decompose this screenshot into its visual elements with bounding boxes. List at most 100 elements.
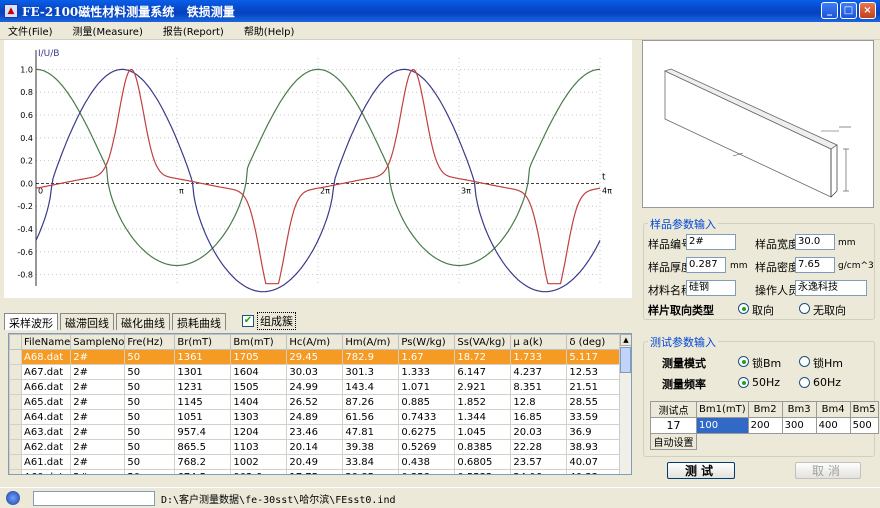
column-header[interactable]: Bm(mT) — [230, 334, 288, 350]
table-cell: 87.26 — [342, 394, 400, 410]
status-bar: D:\客户测量数据\fe-30sst\哈尔滨\FEsst0.ind — [0, 487, 880, 508]
scroll-thumb[interactable] — [620, 347, 631, 373]
table-row[interactable]: A64.dat 2# 50 1051 1303 24.89 61.56 0.7433 1.344… — [9, 409, 630, 425]
thickness-unit: mm — [730, 261, 748, 271]
row-indicator[interactable] — [9, 379, 22, 395]
table-scrollbar[interactable]: ▲ — [619, 334, 631, 474]
sample-no-input[interactable]: 2# — [686, 234, 736, 250]
table-cell: 1145 — [174, 394, 232, 410]
table-cell: A68.dat — [20, 349, 72, 365]
table-row[interactable]: A60.dat2#50674.5902.617.7529.850.3580.55… — [9, 469, 630, 474]
column-header[interactable]: Fre(Hz) — [124, 334, 176, 350]
table-cell: 1.344 — [454, 409, 512, 425]
grid-filler — [782, 434, 816, 450]
mode-hm-radio[interactable] — [799, 356, 810, 367]
tab-magnetization-curve[interactable]: 磁化曲线 — [116, 312, 170, 330]
bm1-value[interactable]: 100 — [696, 417, 749, 434]
bm4-value[interactable]: 400 — [815, 417, 851, 434]
table-cell: 61.56 — [342, 409, 400, 425]
bm3-header: Bm3 — [781, 401, 817, 418]
table-row[interactable]: A61.dat 2# 50 768.2 1002 20.49 33.84 0.438 0.680… — [9, 454, 630, 470]
density-unit: g/cm^3 — [838, 261, 874, 271]
freq-50-radio[interactable] — [738, 377, 749, 388]
column-header[interactable]: Hc(A/m) — [286, 334, 344, 350]
close-button[interactable]: × — [859, 2, 876, 19]
maximize-button[interactable]: □ — [840, 2, 857, 19]
table-row[interactable]: A63.dat 2# 50 957.4 1204 23.46 47.81 0.6275 1.04… — [9, 424, 630, 440]
x-tick-label: 3π — [461, 186, 471, 195]
test-params-title: 测试参数输入 — [648, 334, 718, 350]
tab-sampling-waveform[interactable]: 采样波形 — [4, 312, 58, 330]
table-row[interactable]: A66.dat 2# 50 1231 1505 24.99 143.4 1.071 2.921 8… — [9, 379, 630, 395]
column-header[interactable]: Br(mT) — [174, 334, 232, 350]
table-cell: 1.071 — [398, 379, 456, 395]
operator-input[interactable]: 永逸科技 — [795, 280, 867, 296]
menu-help[interactable]: 帮助(Help) — [244, 23, 295, 38]
column-header[interactable]: μ a(k) — [510, 334, 568, 350]
menu-report[interactable]: 报告(Report) — [163, 23, 224, 38]
test-button[interactable]: 测试 — [667, 462, 735, 479]
row-indicator[interactable] — [9, 394, 22, 410]
sample-density-input[interactable]: 7.65 — [795, 257, 835, 273]
status-file-path: D:\客户测量数据\fe-30sst\哈尔滨\FEsst0.ind — [161, 494, 396, 506]
table-row[interactable]: A67.dat 2# 50 1301 1604 30.03 301.3 1.333 6.147 4… — [9, 364, 630, 380]
table-cell: 0.358 — [398, 469, 456, 474]
column-header[interactable]: Ps(W/kg) — [398, 334, 456, 350]
table-cell: 4.237 — [510, 364, 568, 380]
column-header[interactable]: FileName — [20, 334, 72, 350]
table-corner-cell — [9, 334, 22, 350]
table-cell: 1.733 — [510, 349, 568, 365]
scroll-up-icon[interactable]: ▲ — [620, 334, 631, 346]
row-indicator[interactable] — [9, 364, 22, 380]
test-points-value[interactable]: 17 — [650, 417, 697, 434]
y-tick-label: -0.4 — [17, 225, 33, 234]
auto-set-button[interactable]: 自动设置 — [650, 433, 697, 450]
app-icon[interactable]: ▲ — [4, 4, 18, 18]
checkbox-check-icon[interactable]: ✔ — [242, 315, 254, 327]
measure-freq-label: 测量频率 — [662, 378, 706, 391]
row-indicator[interactable] — [9, 409, 22, 425]
bm3-value[interactable]: 300 — [781, 417, 817, 434]
freq-50-label: 50Hz — [752, 376, 781, 389]
y-tick-label: -0.8 — [17, 271, 33, 280]
row-indicator[interactable] — [9, 469, 22, 474]
row-indicator[interactable] — [9, 439, 22, 455]
table-cell: 50 — [124, 379, 176, 395]
freq-60-radio[interactable] — [799, 377, 810, 388]
table-cell: A62.dat — [20, 439, 72, 455]
group-cluster-checkbox[interactable]: ✔ 组成簇 — [242, 312, 296, 330]
sample-width-input[interactable]: 30.0 — [795, 234, 835, 250]
cancel-button[interactable]: 取消 — [795, 462, 861, 479]
orient-yes-label: 取向 — [752, 304, 774, 317]
menu-measure[interactable]: 测量(Measure) — [73, 23, 143, 38]
tab-loss-curve[interactable]: 损耗曲线 — [172, 312, 226, 330]
table-cell: 23.46 — [286, 424, 344, 440]
orient-no-radio[interactable] — [799, 303, 810, 314]
table-cell: 30.03 — [286, 364, 344, 380]
mode-bm-label: 锁Bm — [752, 357, 782, 370]
row-indicator[interactable] — [9, 454, 22, 470]
mode-bm-radio[interactable] — [738, 356, 749, 367]
grid-filler — [850, 434, 878, 450]
bm5-value[interactable]: 500 — [849, 417, 879, 434]
table-row[interactable]: A68.dat 2# 50 1361 1705 29.45 782.9 1.67 18.72 1.… — [9, 349, 630, 365]
table-row[interactable]: A62.dat 2# 50 865.5 1103 20.14 39.38 0.5269 0.83… — [9, 439, 630, 455]
sample-thickness-input[interactable]: 0.287 — [686, 257, 726, 273]
menu-file[interactable]: 文件(File) — [8, 23, 53, 38]
bm2-value[interactable]: 200 — [747, 417, 783, 434]
table-cell: 20.14 — [286, 439, 344, 455]
row-indicator[interactable] — [9, 424, 22, 440]
bm1-header: Bm1(mT) — [696, 401, 749, 418]
table-row[interactable]: A65.dat 2# 50 1145 1404 26.52 87.26 0.885 1.852 1… — [9, 394, 630, 410]
minimize-button[interactable]: _ — [821, 2, 838, 19]
column-header[interactable]: Ss(VA/kg) — [454, 334, 512, 350]
table-cell: 23.57 — [510, 454, 568, 470]
orient-yes-radio[interactable] — [738, 303, 749, 314]
column-header[interactable]: SampleNo — [70, 334, 126, 350]
tab-hysteresis-loop[interactable]: 磁滞回线 — [60, 312, 114, 330]
y-tick-label: 0.4 — [20, 134, 33, 143]
row-indicator[interactable] — [9, 349, 22, 365]
table-cell: 2# — [70, 454, 126, 470]
material-name-input[interactable]: 硅钢 — [686, 280, 736, 296]
column-header[interactable]: Hm(A/m) — [342, 334, 400, 350]
